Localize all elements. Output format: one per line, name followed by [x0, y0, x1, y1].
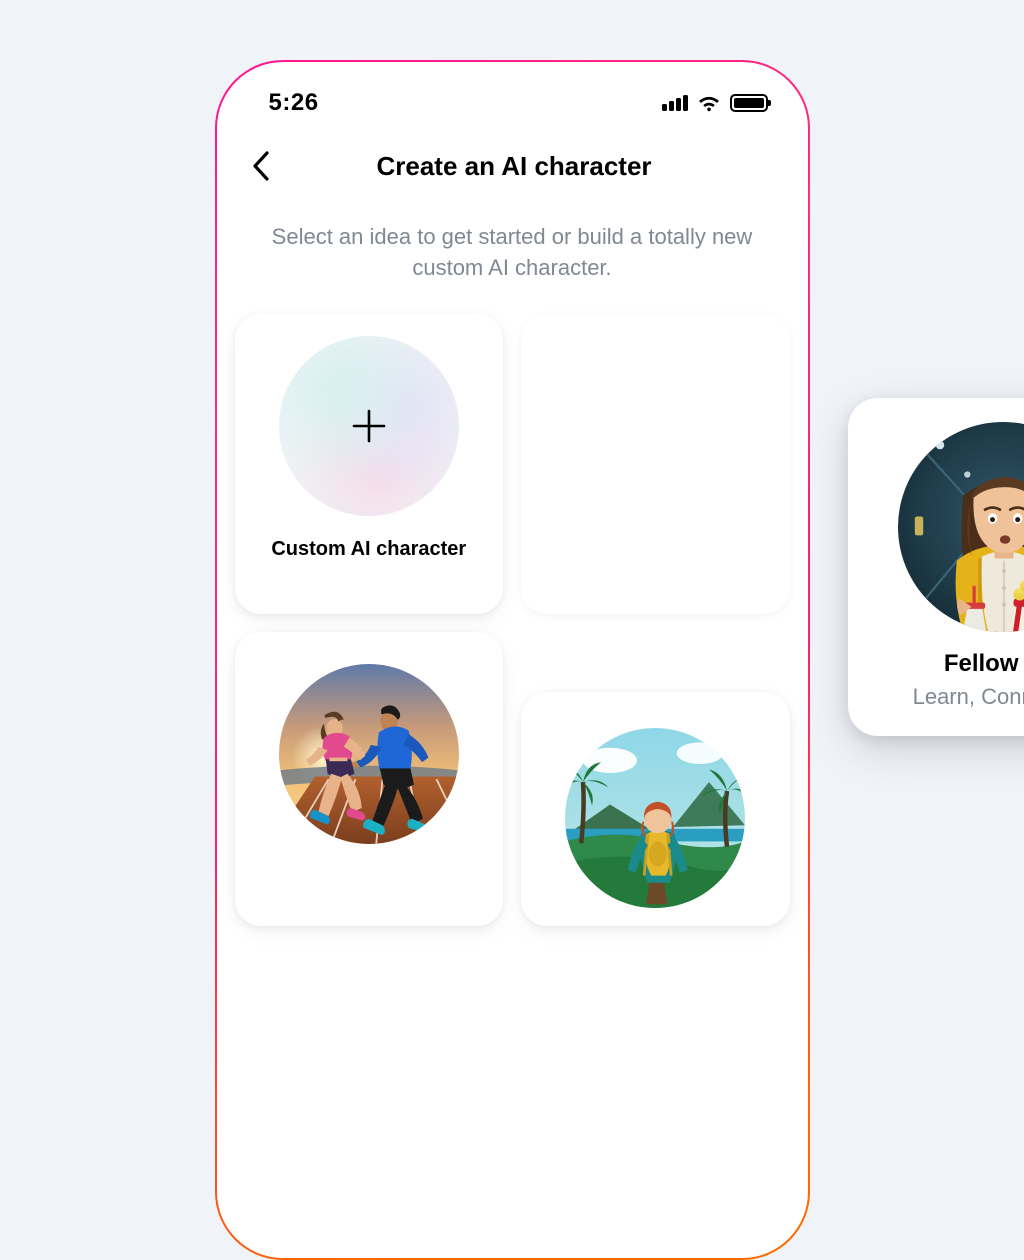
- battery-icon: [730, 94, 768, 112]
- status-bar: 5:26: [217, 62, 808, 122]
- card-title: Fellow fan: [944, 650, 1024, 678]
- phone-frame: 5:26: [215, 60, 810, 1260]
- status-time: 5:26: [269, 89, 319, 117]
- card-fellow-fan[interactable]: Fellow fan Learn, Connection: [848, 398, 1024, 736]
- card-title: Custom AI character: [271, 538, 466, 561]
- cellular-signal-icon: [662, 95, 688, 111]
- card-tags: Learn, Connection: [913, 684, 1024, 710]
- wifi-icon: [697, 94, 721, 112]
- avatar-runners: [279, 664, 459, 844]
- chevron-left-icon: [250, 150, 272, 182]
- card-runners[interactable]: [235, 632, 504, 926]
- card-fellow-fan-base[interactable]: [521, 314, 790, 614]
- page-subtitle: Select an idea to get started or build a…: [217, 192, 808, 314]
- avatar-explorer: [565, 728, 745, 908]
- card-explorer[interactable]: [521, 692, 790, 926]
- plus-icon: [350, 407, 388, 445]
- card-custom-character[interactable]: Custom AI character: [235, 314, 504, 614]
- status-icons: [662, 94, 768, 112]
- character-grid: Custom AI character: [217, 314, 808, 926]
- custom-avatar-gradient: [279, 336, 459, 516]
- avatar-fellow-fan: [898, 422, 1024, 632]
- phone-screen: 5:26: [217, 62, 808, 1258]
- page-header: Create an AI character: [217, 122, 808, 192]
- page-title: Create an AI character: [299, 151, 730, 182]
- back-button[interactable]: [241, 146, 281, 186]
